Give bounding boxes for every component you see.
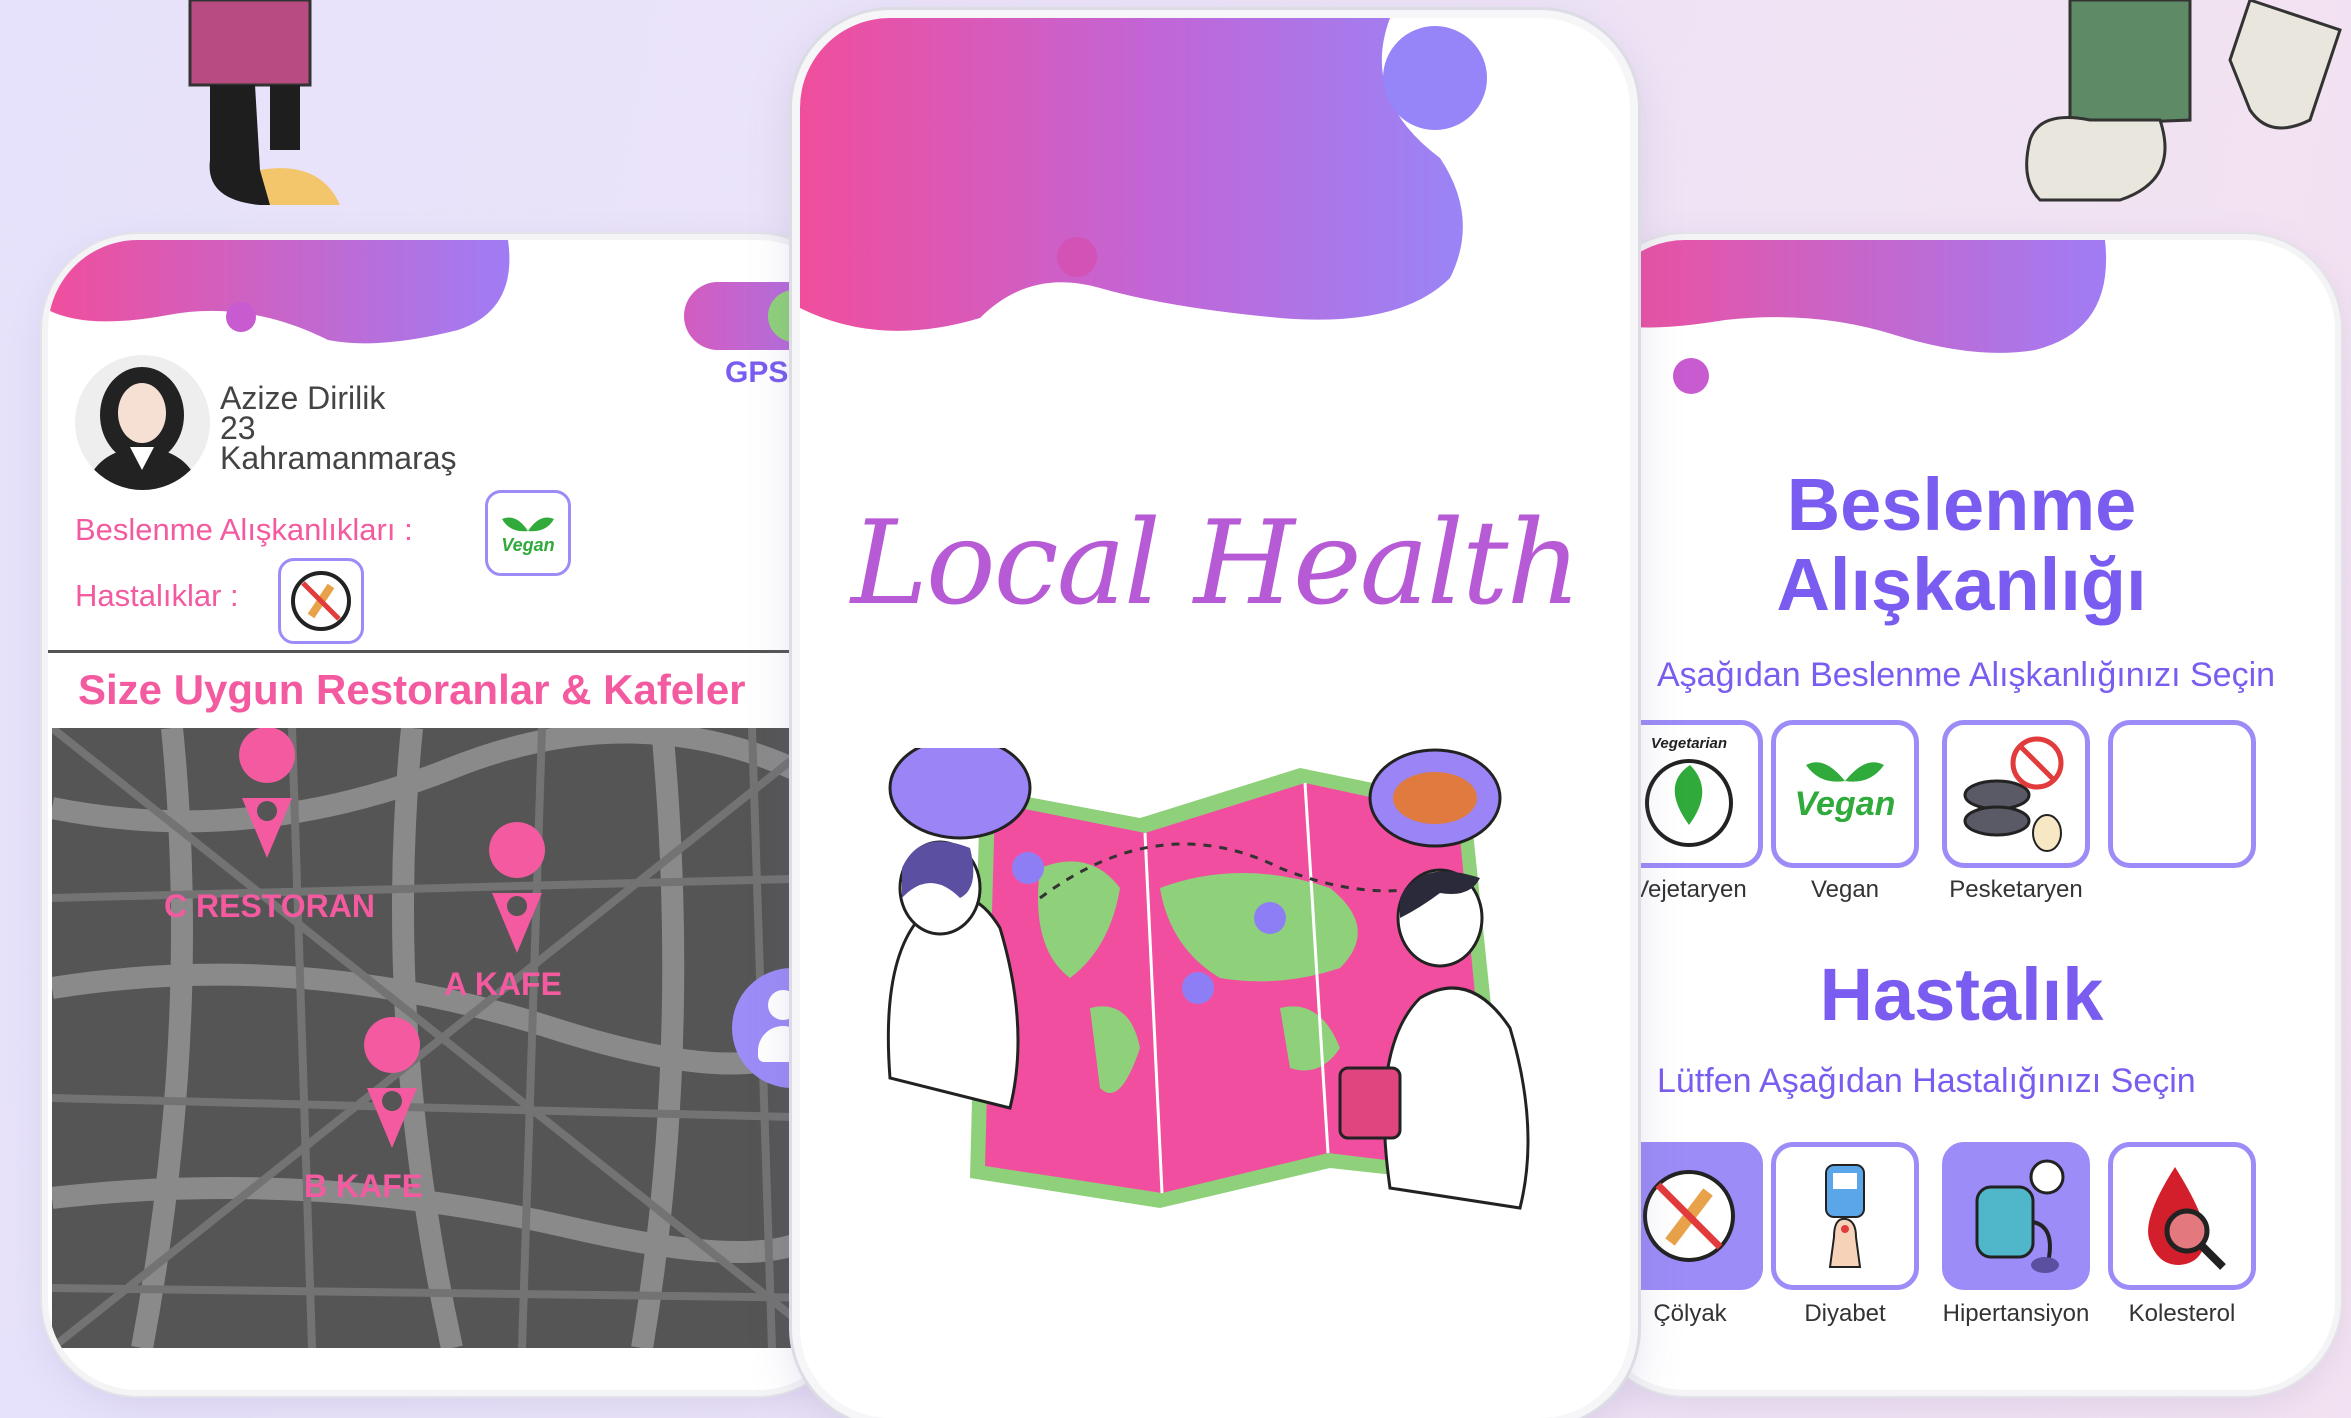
decor-dot	[1057, 237, 1097, 277]
option-label-vegan: Vegan	[1810, 876, 1880, 903]
restaurants-title: Size Uygun Restoranlar & Kafeler	[78, 666, 746, 713]
option-label-hipertansiyon: Hipertansiyon	[1942, 1300, 2090, 1327]
gluten-free-badge	[278, 558, 364, 644]
no-gluten-icon	[1643, 1170, 1735, 1262]
person-right-illustration	[2025, 0, 2342, 202]
profile-screen-phone: GPS Azize Dirilik 23 Kahramanmaraş Besle…	[48, 240, 848, 1390]
vegan-badge: Vegan	[485, 490, 571, 576]
option-vegan[interactable]: Vegan	[1771, 720, 1919, 868]
vegetarian-badge-text: Vegetarian	[1650, 735, 1728, 752]
decor-dot	[1673, 358, 1709, 394]
map-place-c-restoran[interactable]: C RESTORAN	[164, 888, 375, 925]
option-empty[interactable]	[2108, 720, 2256, 868]
option-hipertansiyon[interactable]	[1942, 1142, 2090, 1290]
option-vejetaryen[interactable]: Vegetarian	[1615, 720, 1763, 868]
profile-city: Kahramanmaraş	[220, 440, 457, 476]
option-kolesterol[interactable]	[2108, 1142, 2256, 1290]
option-label-kolesterol: Kolesterol	[2128, 1300, 2236, 1327]
option-pesketaryen[interactable]	[1942, 720, 2090, 868]
person-left-illustration	[188, 0, 340, 205]
fish-egg-icon	[1963, 736, 2064, 852]
vegan-tile-text: Vegan	[1794, 785, 1896, 823]
gps-label: GPS	[725, 356, 789, 389]
nutrition-title-line2: Alışkanlığı	[1776, 543, 2147, 626]
option-label-diyabet: Diyabet	[1804, 1300, 1886, 1327]
option-label-pesketaryen: Pesketaryen	[1949, 876, 2083, 903]
decor-circle	[1383, 26, 1487, 130]
disease-subtitle: Lütfen Aşağıdan Hastalığınızı Seçin	[1657, 1062, 2196, 1100]
world-map-travelers-illustration	[886, 748, 1530, 1210]
app-title: Local Health	[850, 496, 1581, 631]
nutrition-subtitle: Aşağıdan Beslenme Alışkanlığınızı Seçin	[1657, 656, 2276, 694]
map-place-a-kafe[interactable]: A KAFE	[444, 966, 562, 1003]
map-place-b-kafe[interactable]: B KAFE	[304, 1168, 423, 1205]
disease-title: Hastalık	[1819, 953, 2104, 1036]
blood-pressure-icon	[1975, 1159, 2065, 1273]
header-blob	[800, 18, 1463, 331]
decor-dot	[226, 302, 256, 332]
blood-drop-magnifier-icon	[2148, 1167, 2226, 1270]
no-gluten-icon	[291, 571, 351, 631]
header-blob	[1595, 240, 2107, 353]
map-pin-icon	[239, 728, 296, 858]
nutrition-title-line1: Beslenme	[1786, 463, 2137, 546]
preferences-screen-phone: Beslenme Alışkanlığı Aşağıdan Beslenme A…	[1595, 240, 2335, 1390]
habits-label: Beslenme Alışkanlıkları :	[75, 512, 413, 547]
divider	[48, 650, 848, 653]
option-diyabet[interactable]	[1771, 1142, 1919, 1290]
avatar	[75, 355, 210, 490]
splash-screen-phone: Local Health	[800, 18, 1630, 1418]
vegan-badge-text: Vegan	[501, 535, 555, 555]
diseases-label: Hastalıklar :	[75, 578, 239, 613]
glucose-meter-icon	[1825, 1164, 1865, 1268]
option-colyak[interactable]	[1615, 1142, 1763, 1290]
map-view[interactable]: C RESTORAN A KAFE B KAFE	[52, 728, 832, 1348]
